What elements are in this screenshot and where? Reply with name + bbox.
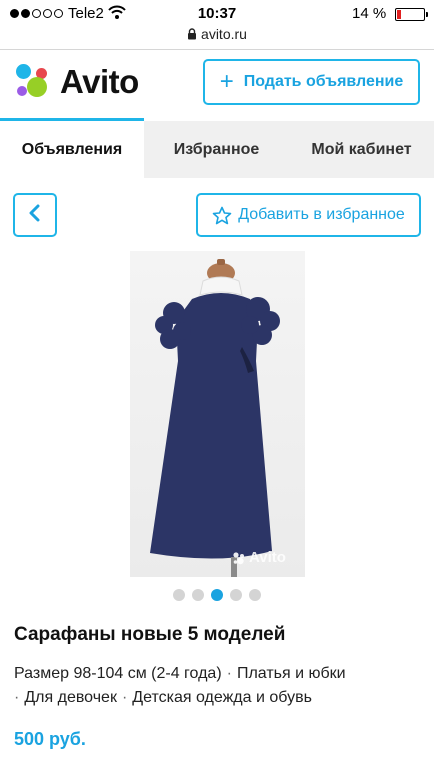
pager-dot[interactable]: [173, 589, 185, 601]
post-ad-label: Подать объявление: [243, 73, 404, 90]
separator: ·: [121, 689, 128, 706]
url-text: avito.ru: [201, 26, 247, 42]
category-link[interactable]: Платья и юбки: [237, 665, 346, 682]
pager-dot[interactable]: [192, 589, 204, 601]
plus-icon: +: [219, 68, 234, 95]
post-ad-button[interactable]: + Подать объявление: [203, 59, 420, 105]
listing-details: Размер 98-104 см (2-4 года) · Платья и юбк…: [14, 662, 426, 710]
listing-size: Размер 98-104 см (2-4 года): [14, 665, 222, 682]
pager-dot[interactable]: [230, 589, 242, 601]
battery-percent: 14 %: [352, 5, 387, 22]
status-bar: Tele2 10:37 14 %: [0, 0, 434, 28]
listing-photo[interactable]: Avito: [130, 251, 305, 577]
listing-price: 500 руб.: [14, 729, 86, 749]
dress-illustration: [130, 251, 305, 577]
separator: ·: [226, 665, 232, 682]
tab-bar: Объявления Избранное Мой кабинет: [0, 121, 434, 178]
category-link[interactable]: Детская одежда и обувь: [132, 689, 312, 706]
back-button[interactable]: [13, 193, 57, 237]
tab-listings[interactable]: Объявления: [0, 121, 144, 178]
add-to-favorites-label: Добавить в избранное: [238, 206, 405, 223]
listing-title: Сарафаны новые 5 моделей: [14, 624, 286, 645]
pager-dot[interactable]: [249, 589, 261, 601]
photo-pager: [173, 589, 261, 601]
tab-my-account[interactable]: Мой кабинет: [289, 121, 434, 178]
watermark-text: Avito: [249, 549, 286, 566]
add-to-favorites-button[interactable]: Добавить в избранное: [196, 193, 421, 237]
tab-favorites[interactable]: Избранное: [144, 121, 289, 178]
pager-dot[interactable]: [211, 589, 223, 601]
logo-text: Avito: [60, 63, 139, 100]
address-bar[interactable]: avito.ru: [0, 26, 434, 46]
separator: ·: [14, 689, 20, 706]
lock-icon: [187, 27, 197, 43]
avito-logo[interactable]: Avito: [14, 60, 139, 104]
category-link[interactable]: Для девочек: [24, 689, 117, 706]
photo-watermark: Avito: [232, 549, 286, 566]
star-icon: [212, 206, 232, 225]
chevron-left-icon: [28, 204, 42, 227]
logo-mark-icon: [14, 62, 54, 102]
watermark-logo-icon: [233, 551, 244, 564]
battery-icon: [395, 8, 428, 21]
divider: [0, 49, 434, 50]
